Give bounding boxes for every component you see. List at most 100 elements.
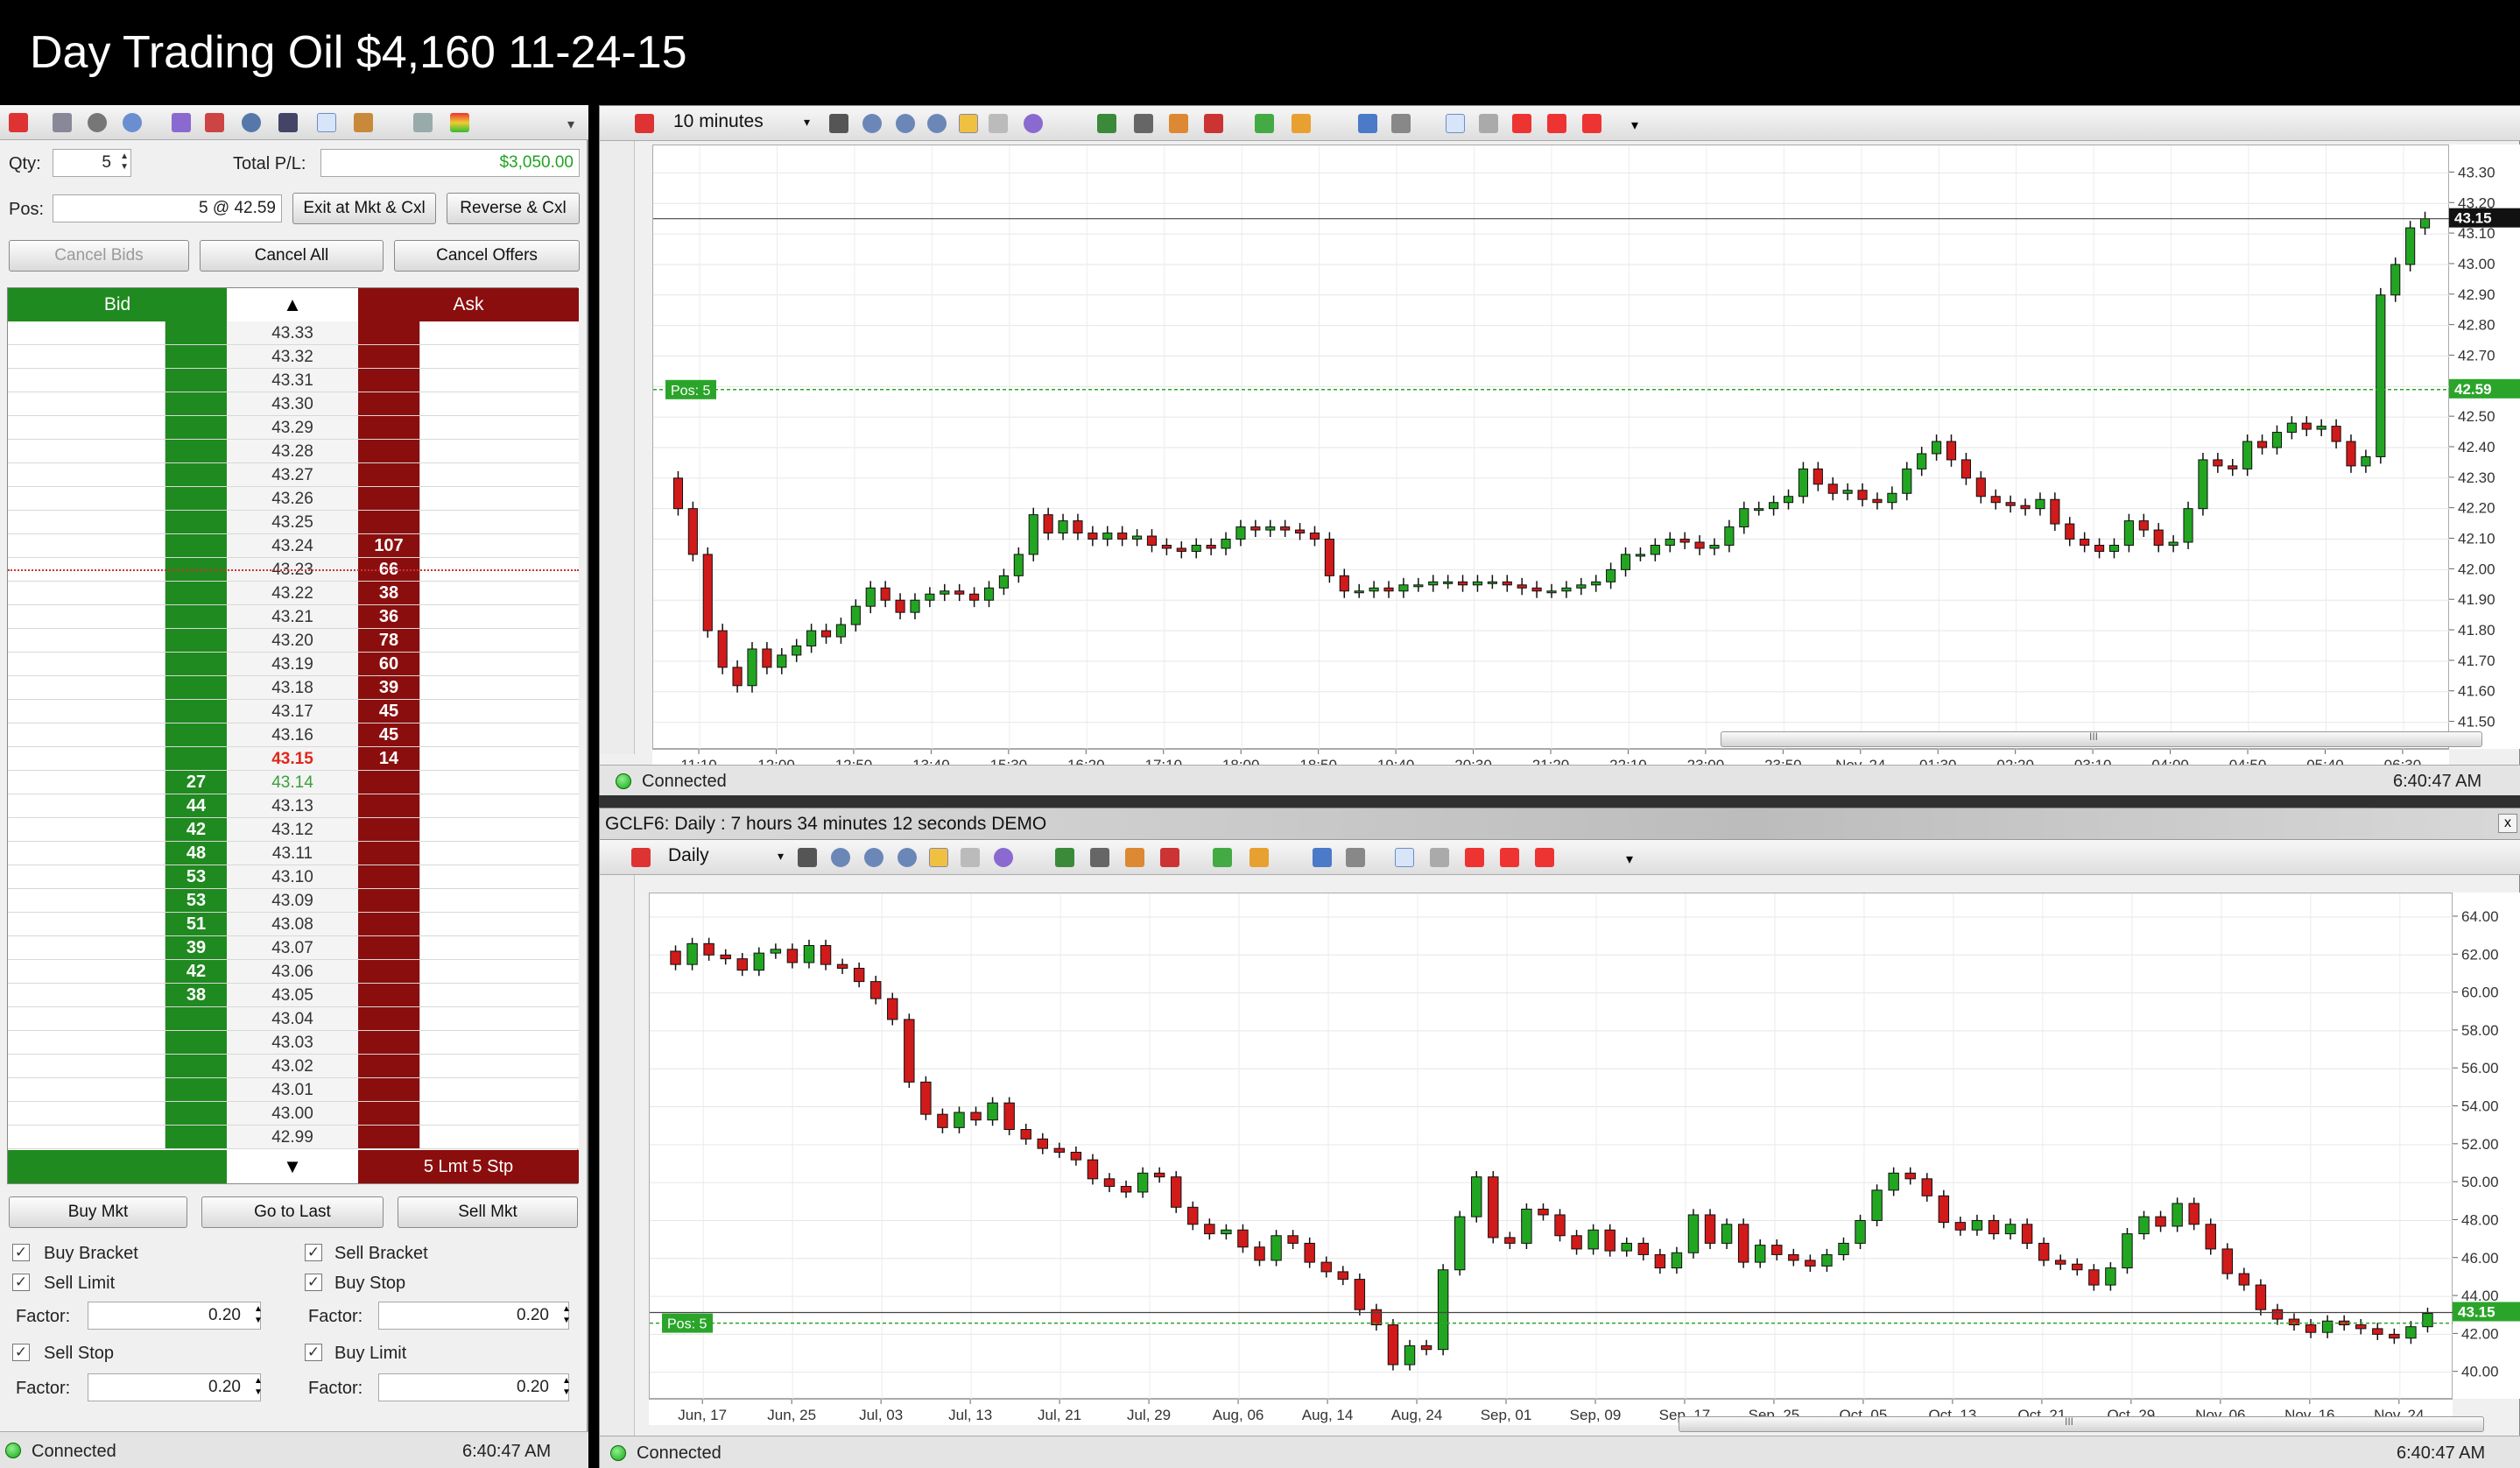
ask-order-cell[interactable] bbox=[419, 463, 579, 486]
bid-order-cell[interactable] bbox=[8, 629, 165, 652]
bid-order-cell[interactable] bbox=[8, 534, 165, 557]
ask-size[interactable]: 39 bbox=[358, 676, 419, 699]
hierarchy-icon[interactable] bbox=[1134, 114, 1153, 133]
bid-size[interactable] bbox=[165, 723, 227, 746]
daily-scrollbar[interactable]: III bbox=[631, 1415, 2520, 1436]
pin-icon[interactable] bbox=[635, 114, 654, 133]
bid-order-cell[interactable] bbox=[8, 605, 165, 628]
daily-plot-area[interactable]: Pos: 5 bbox=[649, 893, 2453, 1400]
ask-order-cell[interactable] bbox=[419, 700, 579, 723]
flag-icon[interactable] bbox=[205, 113, 224, 132]
scissors-icon[interactable] bbox=[1213, 848, 1232, 867]
daily-scroll-thumb[interactable]: III bbox=[1679, 1415, 2484, 1432]
ask-size[interactable] bbox=[358, 1078, 419, 1101]
ask-order-cell[interactable] bbox=[419, 1055, 579, 1077]
draw-icon[interactable] bbox=[317, 113, 336, 132]
ask-size[interactable] bbox=[358, 392, 419, 415]
buy-stop-checkbox[interactable]: ✓ bbox=[305, 1274, 322, 1291]
ask-order-cell[interactable] bbox=[419, 605, 579, 628]
bid-size[interactable] bbox=[165, 1102, 227, 1125]
price-cell[interactable]: 43.18 bbox=[227, 676, 358, 699]
bid-size[interactable]: 53 bbox=[165, 889, 227, 912]
link-icon[interactable] bbox=[1346, 848, 1365, 867]
ask-size[interactable] bbox=[358, 321, 419, 344]
interval-selector[interactable]: 10 minutes ▾ bbox=[666, 109, 815, 136]
bid-order-cell[interactable] bbox=[8, 865, 165, 888]
ask-order-cell[interactable] bbox=[419, 936, 579, 959]
bid-size[interactable] bbox=[165, 416, 227, 439]
buy-bracket-checkbox[interactable]: ✓ bbox=[12, 1244, 30, 1261]
price-cell[interactable]: 43.26 bbox=[227, 487, 358, 510]
calculator-icon[interactable] bbox=[53, 113, 72, 132]
price-cell[interactable]: 42.99 bbox=[227, 1126, 358, 1148]
bid-order-cell[interactable] bbox=[8, 1007, 165, 1030]
refresh-icon[interactable] bbox=[123, 113, 142, 132]
zoom-icon[interactable] bbox=[862, 114, 882, 133]
chart-icon[interactable] bbox=[172, 113, 191, 132]
ask-order-cell[interactable] bbox=[419, 842, 579, 865]
pointer-icon[interactable] bbox=[1446, 114, 1465, 133]
bid-size[interactable]: 42 bbox=[165, 818, 227, 841]
bid-size[interactable] bbox=[165, 1055, 227, 1077]
alert-icon[interactable] bbox=[1249, 848, 1269, 867]
crosshair-icon[interactable] bbox=[1479, 114, 1498, 133]
ask-size[interactable] bbox=[358, 771, 419, 794]
hierarchy-icon[interactable] bbox=[1090, 848, 1109, 867]
ask-order-cell[interactable] bbox=[419, 889, 579, 912]
bid-order-cell[interactable] bbox=[8, 889, 165, 912]
price-cell[interactable]: 43.19 bbox=[227, 653, 358, 675]
clock-icon[interactable] bbox=[242, 113, 261, 132]
zoom-out-icon[interactable] bbox=[927, 114, 947, 133]
exit-at-mkt-button[interactable]: Exit at Mkt & Cxl bbox=[292, 193, 436, 224]
chevron-down-icon[interactable]: ▾ bbox=[567, 116, 574, 133]
ask-size[interactable] bbox=[358, 511, 419, 533]
pin-icon[interactable] bbox=[9, 113, 28, 132]
bid-order-cell[interactable] bbox=[8, 511, 165, 533]
ask-order-cell[interactable] bbox=[419, 1126, 579, 1148]
price-cell[interactable]: 43.12 bbox=[227, 818, 358, 841]
ask-size[interactable]: 107 bbox=[358, 534, 419, 557]
bid-order-cell[interactable] bbox=[8, 700, 165, 723]
price-cell[interactable]: 43.04 bbox=[227, 1007, 358, 1030]
bid-size[interactable] bbox=[165, 1007, 227, 1030]
factor-input[interactable]: 0.20 bbox=[378, 1302, 569, 1330]
bid-order-cell[interactable] bbox=[8, 960, 165, 983]
price-cell[interactable]: 43.21 bbox=[227, 605, 358, 628]
lock-icon[interactable] bbox=[959, 114, 978, 133]
ask-size[interactable] bbox=[358, 487, 419, 510]
price-cell[interactable]: 43.25 bbox=[227, 511, 358, 533]
bid-size[interactable] bbox=[165, 676, 227, 699]
bid-size[interactable] bbox=[165, 1126, 227, 1148]
ask-order-cell[interactable] bbox=[419, 865, 579, 888]
ask-order-cell[interactable] bbox=[419, 629, 579, 652]
ask-size[interactable] bbox=[358, 913, 419, 935]
buy-limit-checkbox[interactable]: ✓ bbox=[305, 1344, 322, 1361]
gear-icon[interactable] bbox=[88, 113, 107, 132]
color-bars-icon[interactable] bbox=[1125, 848, 1144, 867]
bid-size[interactable]: 44 bbox=[165, 794, 227, 817]
bid-order-cell[interactable] bbox=[8, 676, 165, 699]
ask-order-cell[interactable] bbox=[419, 1007, 579, 1030]
bid-size[interactable] bbox=[165, 321, 227, 344]
bar-type-icon[interactable] bbox=[798, 848, 817, 867]
bid-order-cell[interactable] bbox=[8, 818, 165, 841]
price-cell[interactable]: 43.33 bbox=[227, 321, 358, 344]
bid-size[interactable] bbox=[165, 629, 227, 652]
bid-order-cell[interactable] bbox=[8, 416, 165, 439]
price-cell[interactable]: 43.31 bbox=[227, 369, 358, 392]
intraday-plot-area[interactable]: Pos: 5 bbox=[652, 145, 2450, 750]
bid-size[interactable]: 42 bbox=[165, 960, 227, 983]
zoom-in-icon[interactable] bbox=[864, 848, 883, 867]
price-cell[interactable]: 43.24 bbox=[227, 534, 358, 557]
ask-order-cell[interactable] bbox=[419, 440, 579, 462]
tools-icon[interactable] bbox=[354, 113, 373, 132]
bid-order-cell[interactable] bbox=[8, 984, 165, 1006]
order-icon[interactable] bbox=[1582, 114, 1601, 133]
price-cell[interactable]: 43.28 bbox=[227, 440, 358, 462]
scroll-up-icon[interactable]: ▲ bbox=[227, 288, 358, 321]
lock-icon[interactable] bbox=[929, 848, 948, 867]
price-cell[interactable]: 43.27 bbox=[227, 463, 358, 486]
ask-size[interactable] bbox=[358, 416, 419, 439]
properties-icon[interactable] bbox=[961, 848, 980, 867]
price-cell[interactable]: 43.02 bbox=[227, 1055, 358, 1077]
